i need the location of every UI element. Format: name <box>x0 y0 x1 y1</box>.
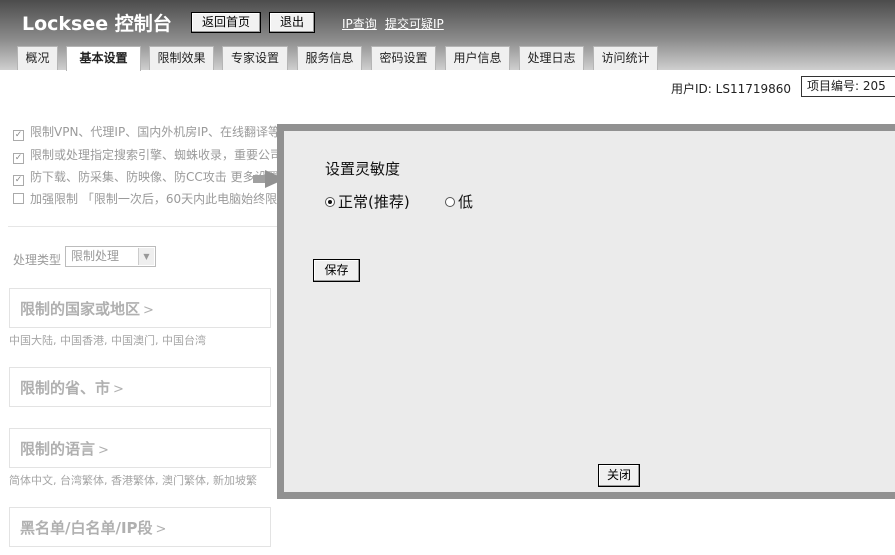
checkbox-unchecked-icon[interactable] <box>13 193 24 204</box>
panel-province[interactable]: 限制的省、市 > <box>9 367 271 407</box>
checkbox-checked-icon[interactable]: ✓ <box>13 130 24 141</box>
checkbox-checked-icon[interactable]: ✓ <box>13 175 24 186</box>
panel-language[interactable]: 限制的语言 > <box>9 428 271 468</box>
tab-basic-settings[interactable]: 基本设置 <box>66 46 141 71</box>
panel-title: 限制的省、市 <box>20 379 111 397</box>
chevron-down-icon: ▼ <box>138 248 154 265</box>
top-header: Locksee 控制台 返回首页 退出 IP查询 提交可疑IP 概况 基本设置 … <box>0 0 895 71</box>
radio-normal-label: 正常(推荐) <box>338 193 410 211</box>
tab-process-log[interactable]: 处理日志 <box>519 46 584 70</box>
radio-selected-icon[interactable] <box>325 197 335 207</box>
chevron-right-icon: > <box>113 382 124 397</box>
radio-normal[interactable]: 正常(推荐) <box>325 191 410 212</box>
radio-low-label: 低 <box>458 193 474 211</box>
option-label: 限制VPN、代理IP、国内外机房IP、在线翻译等 <box>30 125 280 139</box>
tab-expert-settings[interactable]: 专家设置 <box>222 46 288 70</box>
panel-title: 限制的国家或地区 <box>20 300 141 318</box>
panel-language-values: 简体中文, 台湾繁体, 香港繁体, 澳门繁体, 新加坡繁 <box>9 474 257 487</box>
tab-service-info[interactable]: 服务信息 <box>297 46 362 70</box>
project-number-box: 项目编号: 205 <box>801 76 895 97</box>
panel-country[interactable]: 限制的国家或地区 > <box>9 288 271 328</box>
brand-logo: Locksee 控制台 <box>22 13 172 35</box>
panel-blacklist[interactable]: 黑名单/白名单/IP段 > <box>9 507 271 547</box>
save-button[interactable]: 保存 <box>313 259 360 282</box>
option-label: 防下载、防采集、防映像、防CC攻击 更多设置 <box>30 170 279 184</box>
process-type-select[interactable]: 限制处理 ▼ <box>65 246 156 267</box>
tab-password-settings[interactable]: 密码设置 <box>371 46 436 70</box>
chevron-right-icon: > <box>155 522 167 537</box>
sensitivity-dialog-body: 设置灵敏度 正常(推荐) 低 保存 关闭 <box>284 131 895 492</box>
panel-country-values: 中国大陆, 中国香港, 中国澳门, 中国台湾 <box>9 334 206 347</box>
divider <box>8 226 278 227</box>
user-id-label: 用户ID: LS11719860 <box>671 82 792 96</box>
sensitivity-title: 设置灵敏度 <box>325 160 401 178</box>
panel-title: 黑名单/白名单/IP段 <box>20 519 153 537</box>
radio-low[interactable]: 低 <box>445 191 473 212</box>
radio-unselected-icon[interactable] <box>445 197 455 207</box>
option-row[interactable]: ✓ 限制VPN、代理IP、国内外机房IP、在线翻译等 <box>13 123 280 141</box>
tab-overview[interactable]: 概况 <box>17 46 58 70</box>
tab-limit-effect[interactable]: 限制效果 <box>149 46 214 70</box>
chevron-right-icon: > <box>98 443 109 458</box>
panel-title: 限制的语言 <box>20 440 96 458</box>
option-label: 加强限制 「限制一次后，60天内此电脑始终限 <box>30 192 278 206</box>
submit-ip-link[interactable]: 提交可疑IP <box>385 15 444 32</box>
tab-user-info[interactable]: 用户信息 <box>445 46 510 70</box>
logout-button[interactable]: 退出 <box>269 12 315 33</box>
option-row[interactable]: ✓ 防下载、防采集、防映像、防CC攻击 更多设置 <box>13 168 279 186</box>
close-button[interactable]: 关闭 <box>598 464 640 487</box>
checkbox-checked-icon[interactable]: ✓ <box>13 153 24 164</box>
option-row[interactable]: ✓ 限制或处理指定搜索引擎、蜘蛛收录，重要公司 <box>13 146 282 164</box>
home-button[interactable]: 返回首页 <box>191 12 261 33</box>
process-type-value: 限制处理 <box>71 249 120 263</box>
chevron-right-icon: > <box>143 303 154 318</box>
option-row[interactable]: 加强限制 「限制一次后，60天内此电脑始终限 <box>13 190 277 207</box>
process-type-label: 处理类型 <box>13 253 62 267</box>
locksee-console: Locksee 控制台 返回首页 退出 IP查询 提交可疑IP 概况 基本设置 … <box>0 0 895 555</box>
option-label: 限制或处理指定搜索引擎、蜘蛛收录，重要公司 <box>30 148 283 162</box>
sensitivity-dialog: 设置灵敏度 正常(推荐) 低 保存 关闭 <box>277 124 895 499</box>
ip-query-link[interactable]: IP查询 <box>342 15 377 32</box>
tab-visit-stats[interactable]: 访问统计 <box>593 46 658 70</box>
nav-tabs: 概况 基本设置 限制效果 专家设置 服务信息 密码设置 用户信息 处理日志 访问… <box>0 46 895 71</box>
